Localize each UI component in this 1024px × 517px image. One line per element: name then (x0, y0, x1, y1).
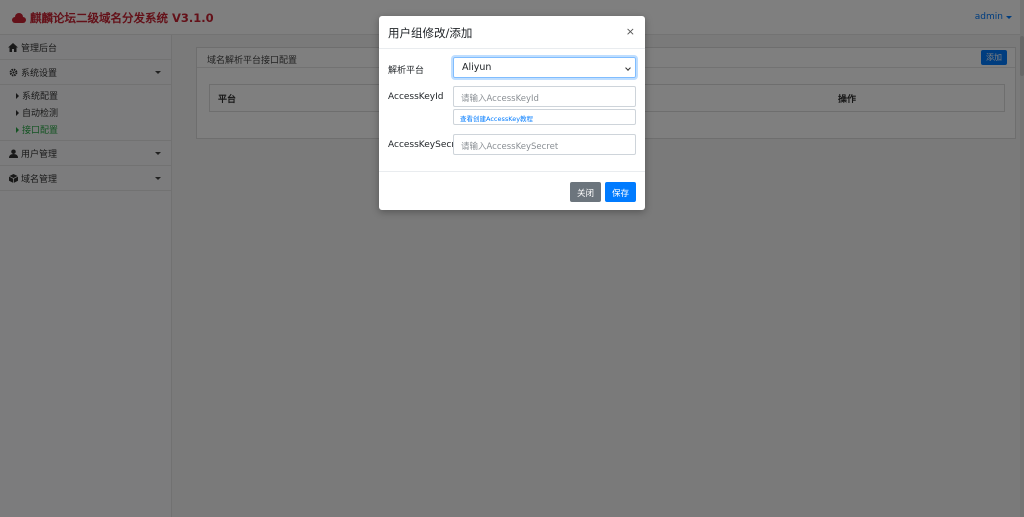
close-button[interactable]: 关闭 (570, 182, 602, 202)
access-key-id-input[interactable]: 请输入AccessKeyId (453, 86, 636, 107)
keyid-label: AccessKeyId (388, 92, 444, 102)
modal-header: 用户组修改/添加 × (379, 16, 645, 49)
platform-label: 解析平台 (388, 66, 425, 76)
access-key-tutorial-link[interactable]: 查看创建AccessKey教程 (453, 109, 636, 125)
platform-select[interactable]: Aliyun (453, 57, 636, 78)
modal-footer: 关闭 保存 (379, 171, 645, 210)
save-button[interactable]: 保存 (605, 182, 637, 202)
access-key-secret-input[interactable]: 请输入AccessKeySecret (453, 134, 636, 155)
close-icon[interactable]: × (626, 25, 635, 38)
chevron-down-icon (625, 65, 631, 71)
user-group-modal: 用户组修改/添加 × 解析平台 Aliyun AccessKeyId 请输入Ac… (379, 16, 645, 210)
platform-selected-value: Aliyun (462, 62, 492, 73)
modal-title: 用户组修改/添加 (388, 26, 473, 40)
